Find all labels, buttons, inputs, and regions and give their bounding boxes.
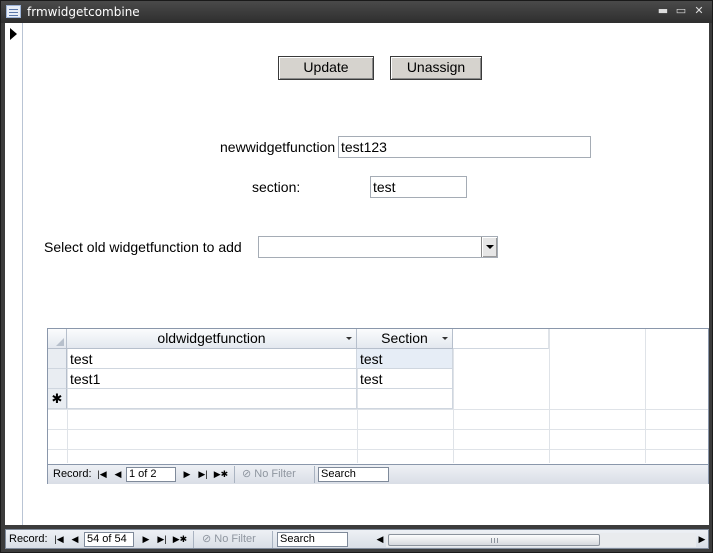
current-record-arrow-icon — [10, 28, 17, 40]
window-title: frmwidgetcombine — [27, 5, 140, 19]
new-row-cell[interactable] — [357, 389, 453, 409]
title-bar: frmwidgetcombine ▬ ▭ ✕ — [1, 1, 712, 23]
previous-record-icon[interactable]: ◀ — [112, 468, 124, 481]
update-button[interactable]: Update — [278, 56, 374, 80]
new-record-icon[interactable]: ▶✱ — [213, 468, 229, 481]
unassign-button[interactable]: Unassign — [390, 56, 482, 80]
first-record-icon[interactable]: |◀ — [96, 468, 108, 481]
no-filter-label: No Filter — [254, 468, 296, 480]
horizontal-scrollbar[interactable] — [386, 533, 696, 547]
column-header-section[interactable]: Section — [357, 329, 453, 349]
new-row-cell[interactable] — [67, 389, 357, 409]
minimize-icon[interactable]: ▬ — [656, 4, 670, 18]
no-filter-indicator[interactable]: ⊘ No Filter — [202, 532, 256, 547]
form-icon — [6, 5, 21, 18]
old-widgetfunction-combo[interactable] — [258, 236, 498, 258]
widgetfunction-subform: oldwidgetfunction Section test test test… — [47, 328, 709, 484]
column-header-oldwidgetfunction[interactable]: oldwidgetfunction — [67, 329, 357, 349]
record-label: Record: — [9, 533, 48, 545]
column-header-label: oldwidgetfunction — [157, 330, 266, 346]
grid-line — [549, 329, 550, 463]
grip-icon — [491, 538, 498, 543]
previous-record-icon[interactable]: ◀ — [69, 533, 81, 546]
no-filter-label: No Filter — [214, 533, 256, 545]
grid-line — [48, 429, 708, 430]
divider — [314, 466, 315, 483]
search-field[interactable]: Search — [277, 532, 348, 547]
search-field[interactable]: Search — [318, 467, 389, 482]
newwidgetfunction-field[interactable]: test123 — [338, 136, 591, 158]
section-label: section: — [252, 179, 301, 195]
record-position-field[interactable]: 1 of 2 — [126, 467, 176, 482]
access-form-window: frmwidgetcombine ▬ ▭ ✕ Update Unassign n… — [0, 0, 713, 553]
grid-line — [48, 449, 708, 450]
select-all-corner[interactable] — [48, 329, 67, 349]
empty-header — [453, 329, 549, 349]
record-position-field[interactable]: 54 of 54 — [84, 532, 134, 547]
table-cell[interactable]: test1 — [67, 369, 357, 389]
form-navigation-bar: Record: |◀ ◀ 54 of 54 ▶ ▶| ▶✱ ⊘ No Filte… — [5, 529, 709, 549]
grid-line — [48, 409, 708, 410]
scroll-right-icon[interactable]: ▶ — [696, 533, 708, 546]
column-header-label: Section — [381, 330, 428, 346]
table-cell[interactable]: test — [357, 369, 453, 389]
close-icon[interactable]: ✕ — [692, 4, 706, 18]
chevron-down-icon[interactable] — [481, 237, 497, 257]
filter-icon: ⊘ — [242, 468, 255, 480]
record-label: Record: — [53, 468, 92, 480]
new-record-marker[interactable]: ✱ — [48, 389, 67, 409]
sort-dropdown-icon[interactable] — [442, 337, 448, 340]
subform-navigation-bar: Record: |◀ ◀ 1 of 2 ▶ ▶| ▶✱ ⊘ No Filter … — [48, 464, 708, 484]
row-selector[interactable] — [48, 349, 67, 369]
divider — [272, 531, 273, 548]
grid-line — [645, 329, 646, 463]
record-selector[interactable] — [5, 23, 23, 525]
filter-icon: ⊘ — [202, 533, 215, 545]
last-record-icon[interactable]: ▶| — [156, 533, 168, 546]
row-selector[interactable] — [48, 369, 67, 389]
scrollbar-thumb[interactable] — [388, 534, 600, 546]
divider — [234, 466, 235, 483]
scroll-left-icon[interactable]: ◀ — [374, 533, 386, 546]
select-old-widgetfunction-label: Select old widgetfunction to add — [44, 239, 242, 255]
sort-dropdown-icon[interactable] — [346, 337, 352, 340]
next-record-icon[interactable]: ▶ — [140, 533, 152, 546]
divider — [193, 531, 194, 548]
no-filter-indicator[interactable]: ⊘ No Filter — [242, 467, 296, 482]
table-cell[interactable]: test — [67, 349, 357, 369]
new-record-icon[interactable]: ▶✱ — [172, 533, 188, 546]
table-cell[interactable]: test — [357, 349, 453, 369]
newwidgetfunction-label: newwidgetfunction — [220, 139, 336, 155]
section-field[interactable]: test — [370, 176, 467, 198]
form-body: Update Unassign newwidgetfunction test12… — [23, 23, 709, 525]
restore-icon[interactable]: ▭ — [674, 4, 688, 18]
next-record-icon[interactable]: ▶ — [181, 468, 193, 481]
last-record-icon[interactable]: ▶| — [197, 468, 209, 481]
datasheet: oldwidgetfunction Section test test test… — [48, 329, 708, 463]
grid-line — [453, 329, 454, 463]
first-record-icon[interactable]: |◀ — [53, 533, 65, 546]
